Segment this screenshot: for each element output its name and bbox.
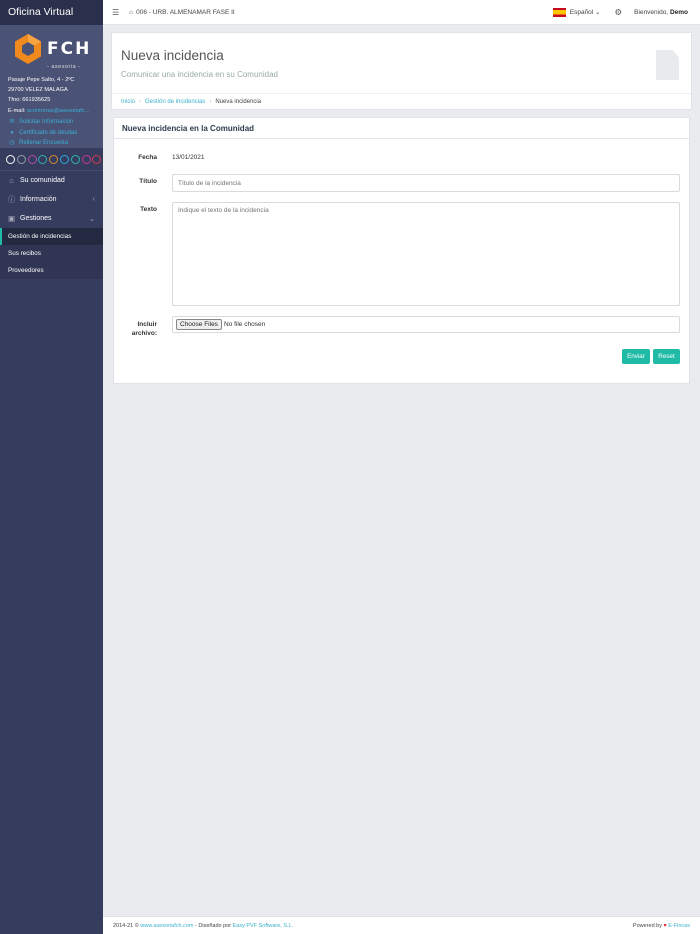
language-label: Español [569, 9, 594, 16]
theme-circle[interactable] [6, 154, 15, 164]
topbar-right: Español ⌄ ⚙ Bienvenido, Demo [552, 7, 700, 18]
theme-color-picker [0, 148, 103, 170]
chevron-down-icon: ⌄ [89, 215, 95, 223]
link-certificado-deudas[interactable]: ♦ Certificado de deudas [8, 128, 103, 139]
titulo-label: Título [139, 178, 157, 185]
theme-circle[interactable] [49, 154, 59, 164]
archivo-label-line2: archivo: [131, 330, 157, 337]
user-greeting[interactable]: Bienvenido, Demo [634, 9, 688, 16]
theme-circle[interactable] [70, 154, 80, 164]
fecha-value: 13/01/2021 [172, 154, 205, 161]
menu-item-su-comunidad[interactable]: ⌂ Su comunidad [0, 171, 103, 190]
home-icon: ⌂ [9, 176, 14, 185]
topbar: ☰ ⌂ 006 - URB. ALMENAMAR FASE II Español … [103, 0, 700, 25]
texto-textarea[interactable] [172, 202, 680, 306]
submenu-item-proveedores[interactable]: Proveedores [0, 262, 103, 279]
theme-circle[interactable] [92, 154, 102, 164]
file-status: No file chosen [224, 321, 266, 328]
fecha-label: Fecha [138, 154, 157, 161]
address-line-1: Pasaje Pepe Salto, 4 - 2ºC [8, 77, 75, 83]
menu-item-informacion[interactable]: ⓘ Información ‹ [0, 190, 103, 209]
welcome-prefix: Bienvenido, [634, 8, 669, 16]
briefcase-icon: ▣ [7, 214, 16, 223]
page-subtitle: Comunicar una incidencia en su Comunidad [121, 70, 278, 79]
email-label: E-mail: [8, 107, 26, 114]
texto-label: Texto [140, 206, 157, 213]
language-selector[interactable]: Español ⌄ [570, 8, 601, 16]
efincas-link[interactable]: E-Fincas [668, 923, 690, 929]
trophy-icon: ♦ [10, 129, 14, 136]
envelope-icon: ✉ [9, 118, 15, 125]
menu-label: Información [20, 196, 57, 203]
breadcrumb-inicio[interactable]: Inicio [121, 99, 135, 105]
document-icon [656, 50, 679, 80]
user-name: Demo [669, 8, 688, 16]
gear-icon[interactable]: ⚙ [615, 7, 623, 18]
breadcrumb-gestion-incidencias[interactable]: Gestión de incidencias [145, 99, 205, 105]
site-link[interactable]: www.asesoriafch.com [140, 923, 193, 929]
address-line-2: 29700 VELEZ MALAGA [8, 87, 68, 94]
app-title: Oficina Virtual [0, 0, 103, 25]
choose-files-button[interactable]: Choose Files [176, 319, 222, 330]
theme-circle[interactable] [16, 154, 26, 164]
email-row: E-mail: acontreras@asesoriafc... [8, 106, 103, 116]
logo-subtitle: - asesoria - [47, 64, 81, 70]
submenu-item-sus-recibos[interactable]: Sus recibos [0, 245, 103, 262]
designer-link[interactable]: Easy PVF Software, S.L. [233, 923, 294, 929]
spain-flag-icon [552, 7, 566, 17]
clock-icon: ◷ [9, 140, 15, 147]
menu-list-icon[interactable]: ☰ [112, 8, 119, 17]
company-profile: FCH - asesoria - Pasaje Pepe Salto, 4 - … [0, 25, 103, 148]
link-label: Solicitar Información [19, 118, 74, 125]
reset-button[interactable]: Reset [653, 349, 680, 364]
powered-by-label: Powered by [632, 922, 662, 929]
page-header: Nueva incidencia Comunicar una incidenci… [111, 32, 692, 110]
breadcrumb-separator: › [209, 99, 212, 105]
home-icon: ⌂ [129, 8, 134, 16]
sidebar: Oficina Virtual FCH - asesoria - Pasaje … [0, 0, 103, 934]
hexagon-logo-icon [15, 34, 41, 64]
titulo-input[interactable] [172, 174, 680, 192]
breadcrumb-separator: › [139, 99, 142, 105]
logo-text: FCH [47, 39, 92, 59]
archivo-label-line1: Incluir [137, 321, 157, 328]
company-address: Pasaje Pepe Salto, 4 - 2ºC 29700 VELEZ M… [0, 75, 103, 116]
theme-circle[interactable] [81, 154, 91, 164]
submenu-item-gestion-incidencias[interactable]: Gestión de incidencias [0, 228, 103, 245]
breadcrumb-current: Nueva incidencia [215, 99, 262, 105]
enviar-button[interactable]: Enviar [622, 349, 650, 364]
menu-item-gestiones[interactable]: ▣ Gestiones ⌄ [0, 209, 103, 228]
page-title: Nueva incidencia [121, 48, 224, 63]
quick-links: ✉ Solicitar Información ♦ Certificado de d… [0, 117, 103, 149]
link-label: Certificado de deudas [19, 129, 78, 136]
info-icon: ⓘ [7, 195, 16, 204]
phone-number: Tfno: 661935625 [8, 97, 51, 104]
menu-label: Gestiones [20, 215, 52, 222]
designed-by: - Diseñado por [195, 922, 232, 929]
theme-circle[interactable] [59, 154, 69, 164]
chevron-down-icon: ⌄ [595, 9, 601, 16]
footer: 2014-21 © www.asesoriafch.com - Diseñado… [103, 916, 700, 934]
incident-form-panel: Nueva incidencia en la Comunidad Fecha 1… [113, 117, 690, 384]
link-solicitar-informacion[interactable]: ✉ Solicitar Información [8, 117, 103, 128]
copyright: 2014-21 © [113, 922, 139, 929]
heart-icon: ♥ [663, 922, 667, 929]
email-link[interactable]: acontreras@asesoriafc... [27, 108, 89, 114]
breadcrumb: Inicio › Gestión de incidencias › Nueva … [112, 93, 691, 110]
panel-title: Nueva incidencia en la Comunidad [114, 118, 689, 139]
archivo-label: Incluir archivo: [119, 320, 157, 338]
menu-label: Su comunidad [20, 177, 65, 184]
community-name: 006 - URB. ALMENAMAR FASE II [136, 8, 235, 16]
theme-circle[interactable] [27, 154, 37, 164]
link-label: Rellenar Encuesta [19, 140, 69, 147]
community-selector[interactable]: ⌂ 006 - URB. ALMENAMAR FASE II [129, 9, 235, 16]
company-logo: FCH [14, 31, 103, 67]
footer-credits: 2014-21 © www.asesoriafch.com - Diseñado… [113, 923, 293, 929]
theme-circle[interactable] [38, 154, 48, 164]
powered-by: Powered by ♥ E-Fincas [633, 923, 690, 929]
chevron-left-icon: ‹ [92, 196, 95, 203]
